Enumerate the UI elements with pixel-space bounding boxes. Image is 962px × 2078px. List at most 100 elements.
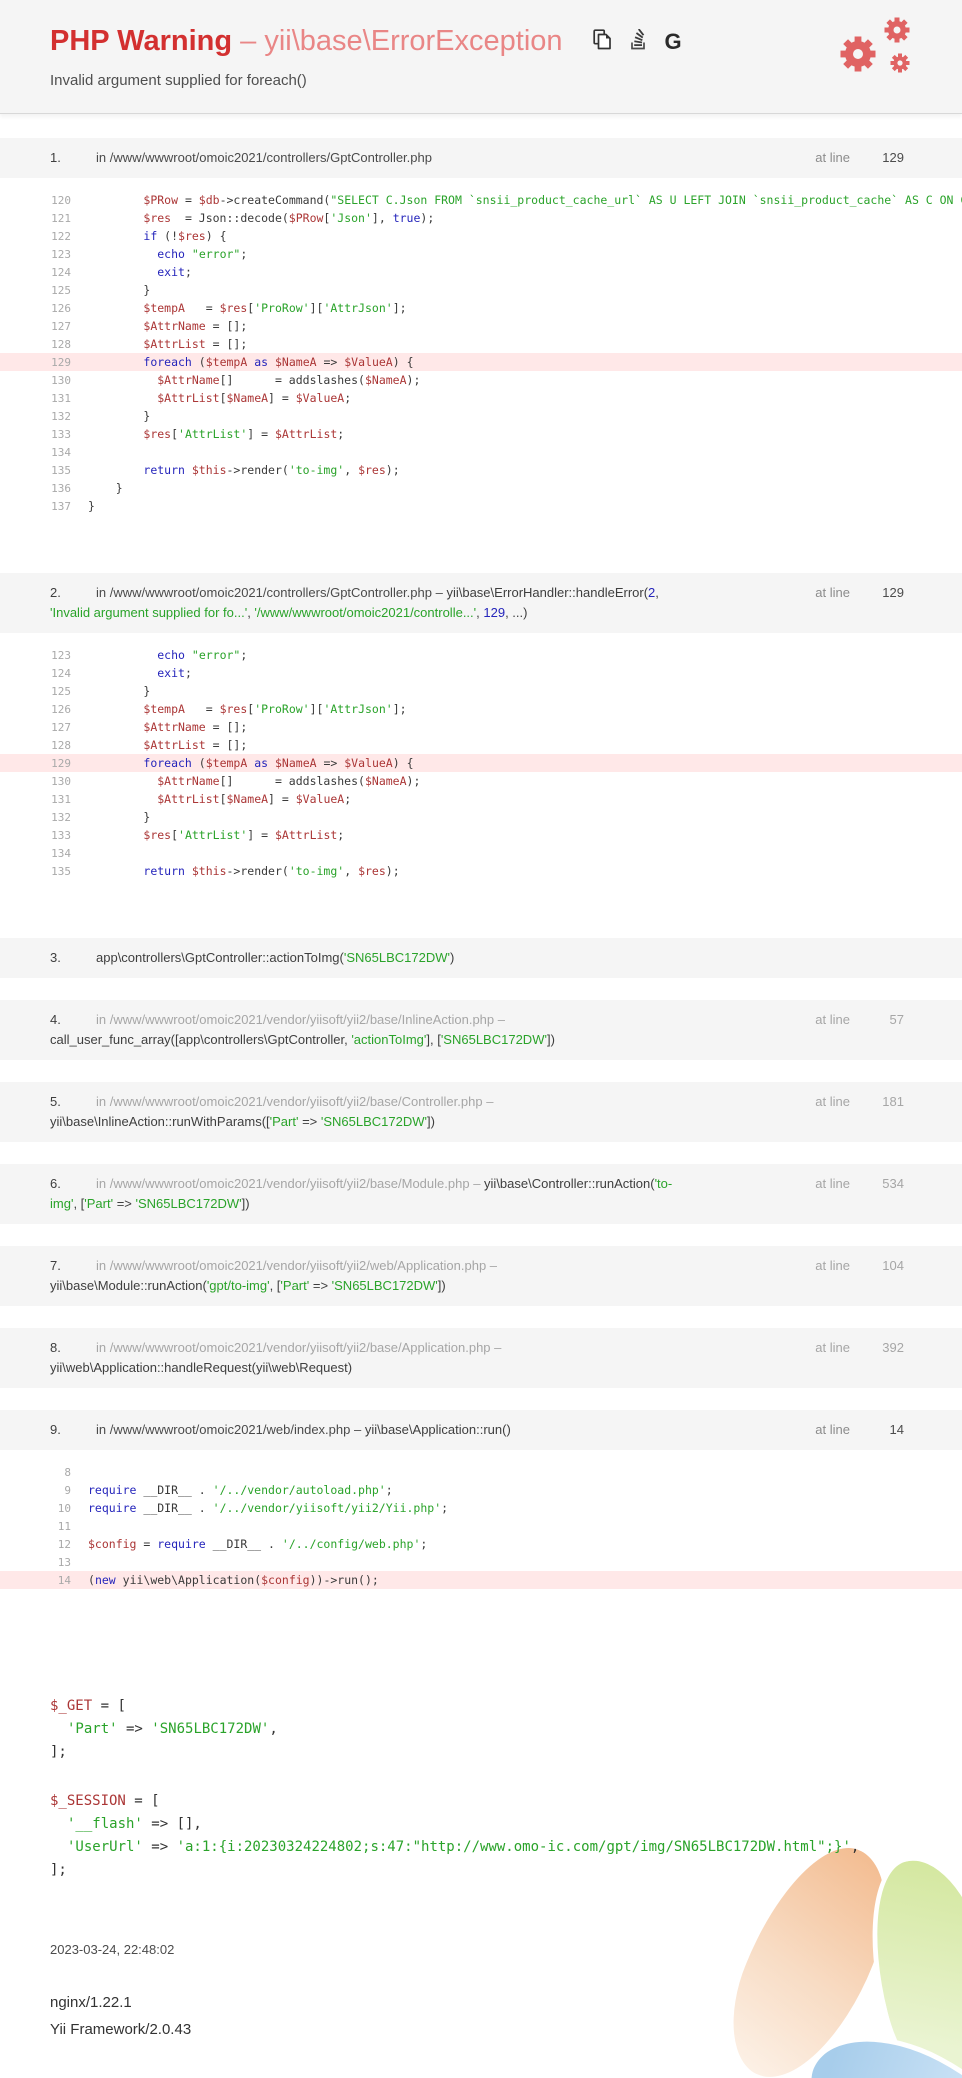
exception-class-label: – yii\base\ErrorException [240, 25, 563, 57]
superglobal-dump: $_GET = [ 'Part' => 'SN65LBC172DW',]; [50, 1695, 912, 1764]
frame-header[interactable]: 2. in /www/wwwroot/omoic2021/controllers/… [0, 573, 962, 633]
error-type-label: PHP Warning [50, 25, 233, 57]
code-line: 133 $res['AttrList'] = $AttrList; [51, 828, 345, 842]
frame-header: 5. in /www/wwwroot/omoic2021/vendor/yiiso… [0, 1082, 962, 1142]
stack-frame-4: 4. in /www/wwwroot/omoic2021/vendor/yiiso… [0, 1000, 962, 1060]
code-line: 137} [51, 499, 95, 513]
dump-line: '__flash' => [], [67, 1816, 202, 1832]
stack-frame-3: 3. app\controllers\GptController::actionT… [0, 938, 962, 978]
code-line: 124 exit; [51, 265, 192, 279]
dump-line: 'Part' => 'SN65LBC172DW', [67, 1721, 278, 1737]
stack-frame-8: 8. in /www/wwwroot/omoic2021/vendor/yiiso… [0, 1328, 962, 1388]
error-message: Invalid argument supplied for foreach() [50, 72, 307, 89]
code-snippet: 123 echo "error"; 124 exit; 125 } 126 $temp… [0, 633, 962, 894]
google-icon: G [664, 28, 682, 54]
frame-location: in /www/wwwroot/omoic2021/vendor/yiisoft… [50, 1012, 555, 1047]
code-line: 121 $res = Json::decode($PRow['Json'], t… [51, 211, 435, 225]
code-line: 9 require __DIR__ . '/../vendor/autoload.… [64, 1483, 393, 1497]
frame-index: 1. [50, 150, 61, 165]
code-line: 131 $AttrList[$NameA] = $ValueA; [51, 391, 352, 405]
stack-frame-2: 2. in /www/wwwroot/omoic2021/controllers/… [0, 573, 962, 894]
page-footer: 2023-03-24, 22:48:02 nginx/1.22.1 Yii Fr… [50, 1942, 191, 2043]
code-line: 134 [51, 446, 71, 459]
gears-icon [834, 16, 922, 85]
frame-header[interactable]: 1. in /www/wwwroot/omoic2021/controllers/… [0, 138, 962, 178]
code-line: 123 echo "error"; [51, 648, 248, 662]
code-line: 133 $res['AttrList'] = $AttrList; [51, 427, 345, 441]
frame-location: in /www/wwwroot/omoic2021/web/index.php … [96, 1422, 511, 1437]
dump-line: $_SESSION = [ [50, 1793, 160, 1809]
frame-header[interactable]: 9. in /www/wwwroot/omoic2021/web/index.ph… [0, 1410, 962, 1450]
stackoverflow-icon [630, 27, 647, 55]
frame-header: 8. in /www/wwwroot/omoic2021/vendor/yiiso… [0, 1328, 962, 1388]
code-line: 128 $AttrList = []; [51, 337, 248, 351]
code-line: 126 $tempA = $res['ProRow']['AttrJson']; [51, 702, 407, 716]
code-line: 122 if (!$res) { [51, 229, 227, 243]
frame-location: in /www/wwwroot/omoic2021/controllers/Gp… [50, 585, 659, 620]
copy-icon [592, 28, 612, 55]
error-line: 129 foreach ($tempA as $NameA => $ValueA… [0, 754, 962, 772]
code-line: 136 } [51, 481, 123, 495]
copy-stacktrace-button[interactable] [592, 28, 612, 55]
code-line: 8 [64, 1466, 71, 1479]
code-line: 10 require __DIR__ . '/../vendor/yiisoft/… [57, 1501, 449, 1515]
code-line: 11 [57, 1520, 71, 1533]
frame-index: 9. [50, 1422, 61, 1437]
frame-index: 6. [50, 1176, 61, 1191]
code-line: 134 [51, 847, 71, 860]
frame-index: 8. [50, 1340, 61, 1355]
at-line-indicator: at line 392 [815, 1340, 904, 1355]
frame-header: 7. in /www/wwwroot/omoic2021/vendor/yiiso… [0, 1246, 962, 1306]
call-stack: 1. in /www/wwwroot/omoic2021/controllers/… [0, 114, 962, 1603]
request-section: $_GET = [ 'Part' => 'SN65LBC172DW',]; $_SE… [0, 1647, 962, 1882]
stack-frame-6: 6. in /www/wwwroot/omoic2021/vendor/yiiso… [0, 1164, 962, 1224]
code-line: 127 $AttrName = []; [51, 720, 248, 734]
code-snippet: 8 9 require __DIR__ . '/../vendor/autoload… [0, 1450, 962, 1603]
error-line: 14 (new yii\web\Application($config))->ru… [0, 1571, 962, 1589]
stack-frame-5: 5. in /www/wwwroot/omoic2021/vendor/yiiso… [0, 1082, 962, 1142]
dump-line: ]; [50, 1744, 67, 1760]
code-line: 128 $AttrList = []; [51, 738, 248, 752]
frame-index: 5. [50, 1094, 61, 1109]
code-line: 125 } [51, 283, 151, 297]
frame-location: in /www/wwwroot/omoic2021/controllers/Gp… [96, 150, 432, 165]
error-header: PHP Warning – yii\base\ErrorException G … [0, 0, 962, 114]
frame-index: 4. [50, 1012, 61, 1027]
error-line: 129 foreach ($tempA as $NameA => $ValueA… [0, 353, 962, 371]
dump-line: $_GET = [ [50, 1698, 126, 1714]
frame-location: in /www/wwwroot/omoic2021/vendor/yiisoft… [50, 1176, 673, 1211]
at-line-indicator: at line 14 [815, 1422, 904, 1437]
stack-frame-1: 1. in /www/wwwroot/omoic2021/controllers/… [0, 138, 962, 529]
code-line: 131 $AttrList[$NameA] = $ValueA; [51, 792, 352, 806]
stack-frame-9: 9. in /www/wwwroot/omoic2021/web/index.ph… [0, 1410, 962, 1603]
petal-blue [779, 2004, 962, 2078]
code-line: 126 $tempA = $res['ProRow']['AttrJson']; [51, 301, 407, 315]
code-line: 132 } [51, 409, 151, 423]
dump-line: ]; [50, 1862, 67, 1878]
code-line: 123 echo "error"; [51, 247, 248, 261]
code-line: 135 return $this->render('to-img', $res)… [51, 864, 400, 878]
at-line-indicator: at line 57 [815, 1012, 904, 1027]
code-line: 12 $config = require __DIR__ . '/../confi… [57, 1537, 428, 1551]
code-line: 135 return $this->render('to-img', $res)… [51, 463, 400, 477]
at-line-indicator: at line 104 [815, 1258, 904, 1273]
superglobal-dump: $_SESSION = ['__flash' => [], 'UserUrl' =… [50, 1790, 912, 1882]
frame-header: 3. app\controllers\GptController::actionT… [0, 938, 962, 978]
frame-location: in /www/wwwroot/omoic2021/vendor/yiisoft… [50, 1340, 502, 1375]
frame-index: 7. [50, 1258, 61, 1273]
code-line: 130 $AttrName[] = addslashes($NameA); [51, 373, 421, 387]
frame-index: 3. [50, 950, 61, 965]
code-line: 127 $AttrName = []; [51, 319, 248, 333]
framework-version: Yii Framework/2.0.43 [50, 2021, 192, 2038]
at-line-indicator: at line 129 [815, 150, 904, 165]
google-search-button[interactable]: G [664, 28, 682, 54]
code-line: 13 [57, 1556, 71, 1569]
code-line: 120 $PRow = $db->createCommand("SELECT C… [51, 193, 962, 207]
timestamp: 2023-03-24, 22:48:02 [50, 1942, 175, 1957]
yii-error-page: PHP Warning – yii\base\ErrorException G … [0, 0, 962, 2078]
stackoverflow-search-button[interactable] [630, 27, 647, 55]
code-snippet: 120 $PRow = $db->createCommand("SELECT C… [0, 178, 962, 529]
frame-header: 4. in /www/wwwroot/omoic2021/vendor/yiiso… [0, 1000, 962, 1060]
at-line-indicator: at line 129 [815, 585, 904, 600]
frame-location: app\controllers\GptController::actionToI… [96, 950, 455, 965]
